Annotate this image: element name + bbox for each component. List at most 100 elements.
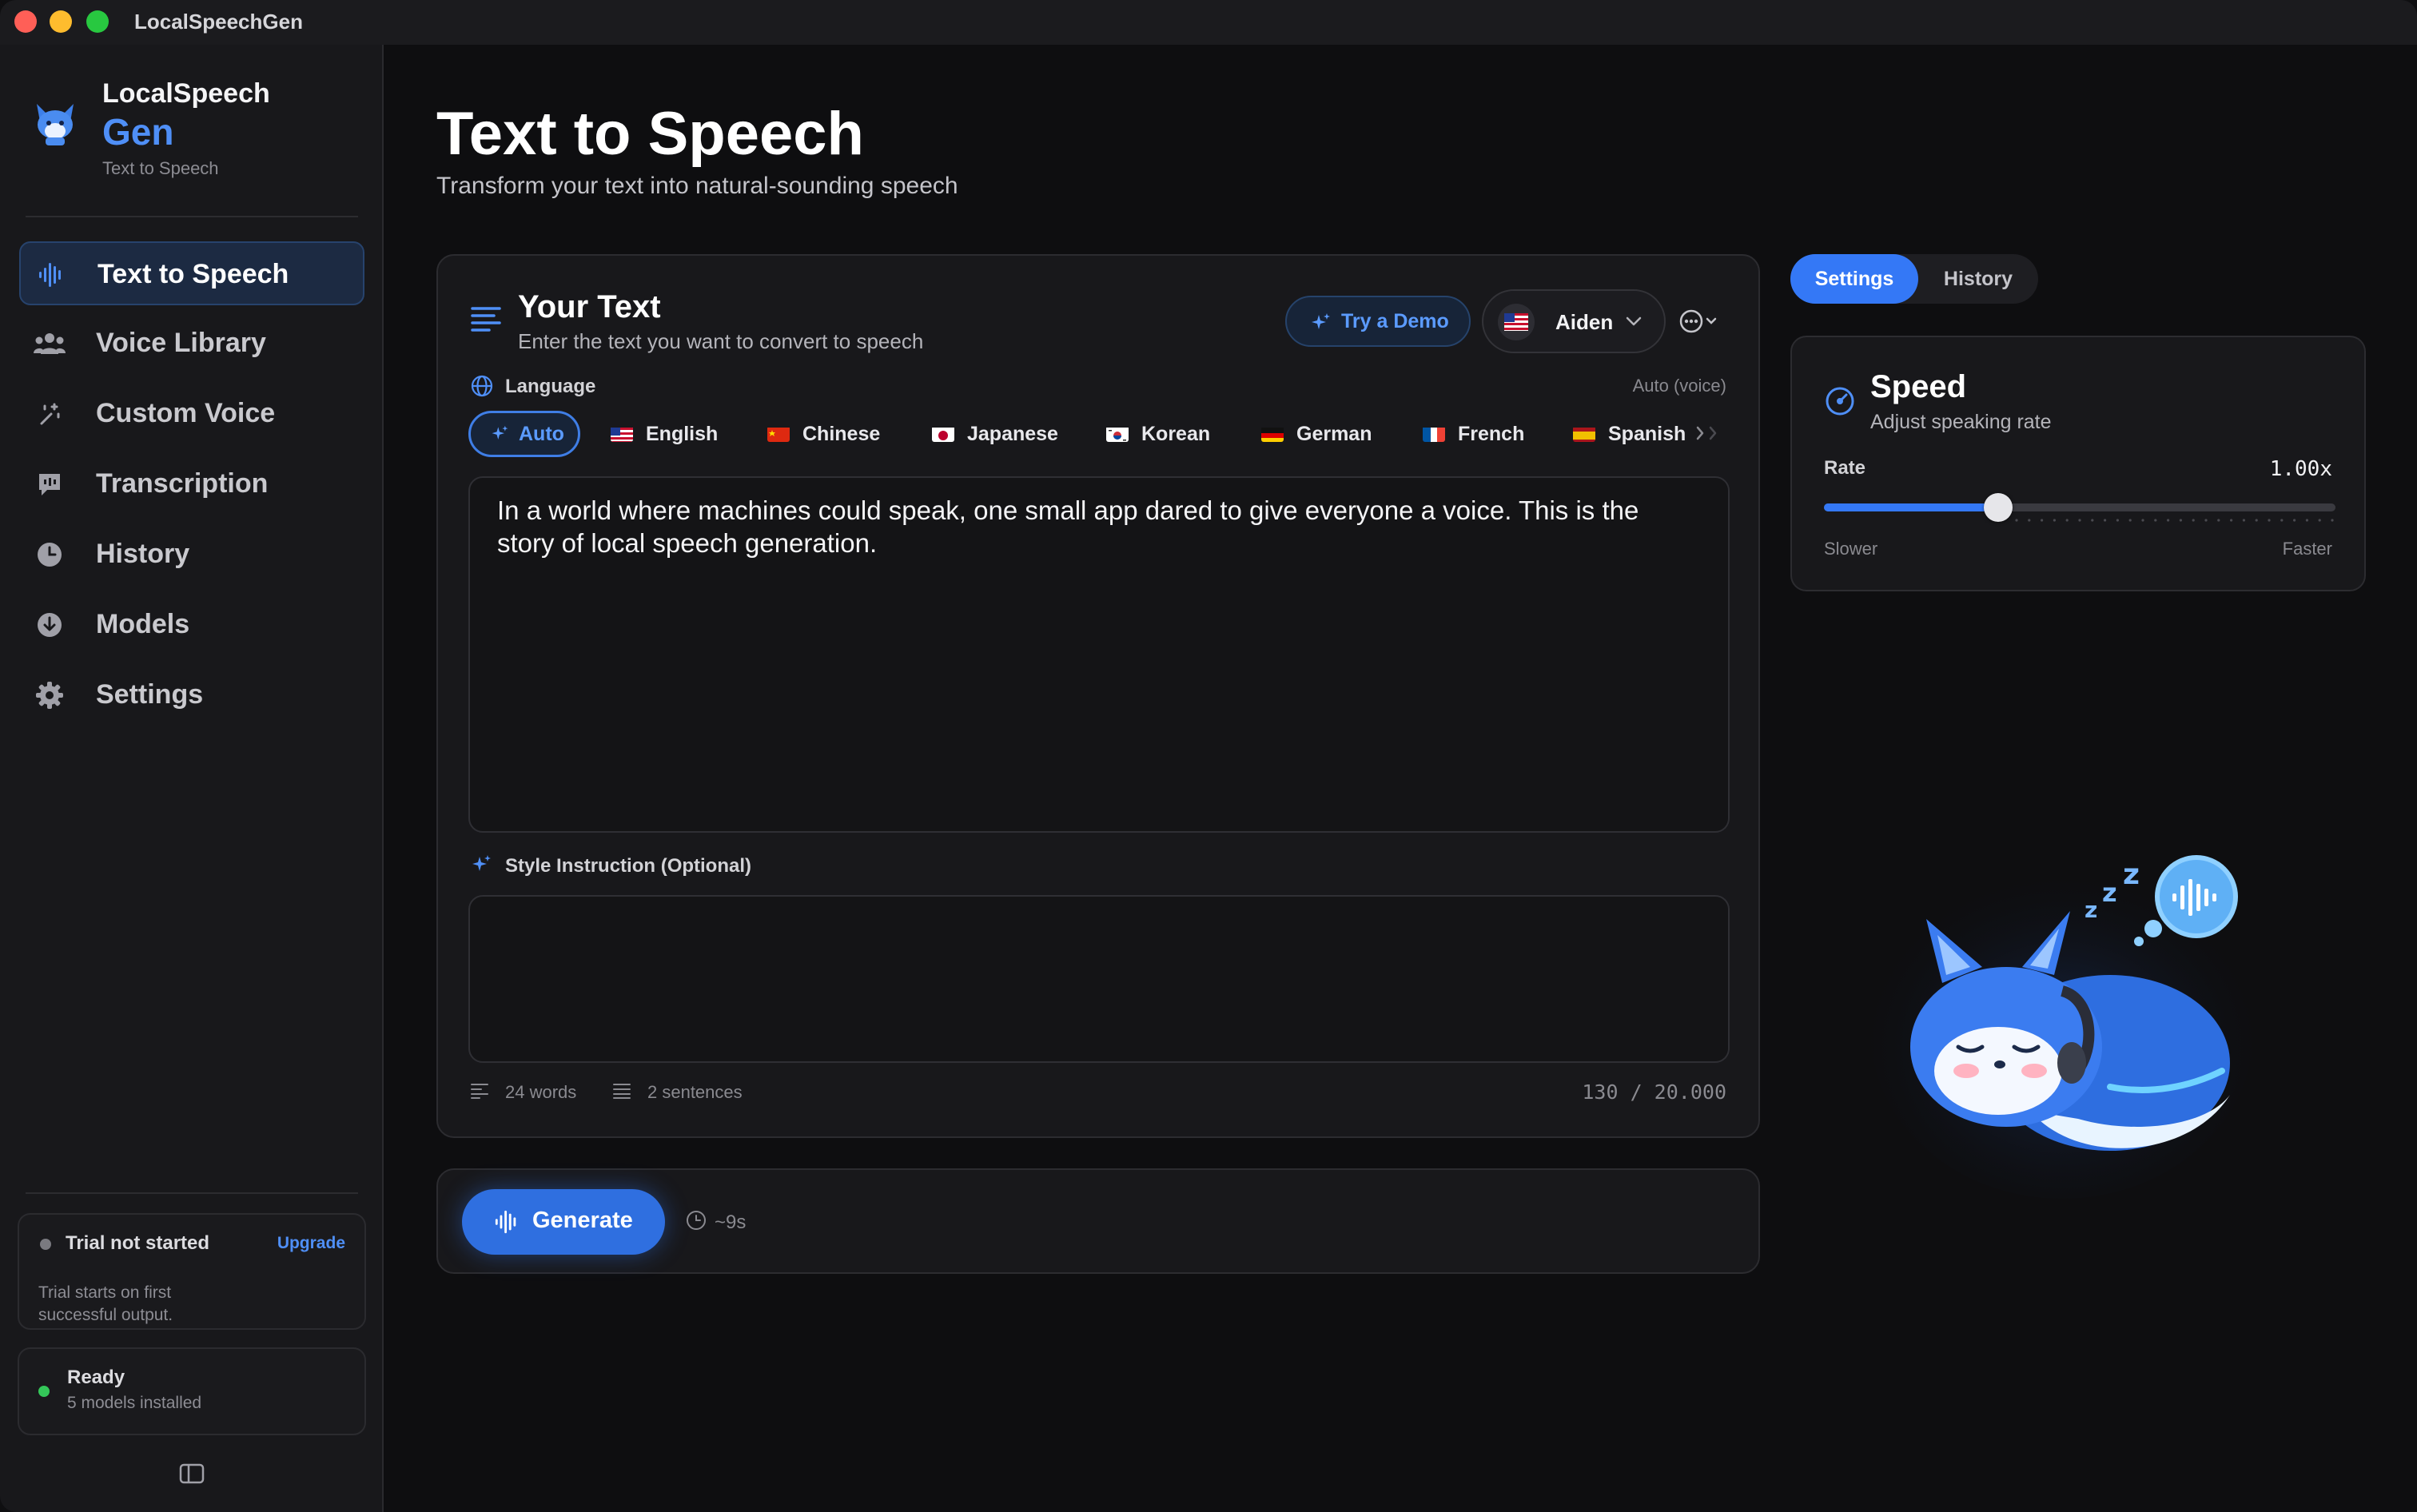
- window-title: LocalSpeechGen: [134, 10, 303, 34]
- sentence-count: 2 sentences: [647, 1082, 743, 1102]
- close-window-button[interactable]: [14, 10, 37, 33]
- slider-tick: [2331, 519, 2334, 522]
- slider-tick: [2242, 519, 2245, 522]
- us-flag-icon: [611, 426, 633, 442]
- us-flag-icon: [1498, 304, 1535, 340]
- trial-description: Trial starts on first successful output.: [38, 1283, 173, 1324]
- title-bar: LocalSpeechGen: [0, 0, 2417, 45]
- slider-tick: [2091, 519, 2094, 522]
- people-icon: [34, 328, 66, 360]
- sidebar-toggle-icon[interactable]: [179, 1463, 205, 1484]
- slider-tick: [2041, 519, 2044, 522]
- speed-slider-fill: [1824, 503, 1998, 511]
- sidebar-item-custom-voice[interactable]: Custom Voice: [19, 382, 364, 446]
- gear-icon: [34, 679, 66, 711]
- sparkle-icon: [1309, 312, 1332, 338]
- voice-name: Aiden: [1555, 310, 1614, 334]
- language-chip-label: Chinese: [802, 422, 881, 445]
- language-chip-label: Spanish: [1608, 422, 1686, 445]
- language-chip-spanish[interactable]: Spanish: [1573, 411, 1686, 457]
- brand-subtitle: Text to Speech: [102, 158, 219, 178]
- trial-title: Trial not started: [66, 1232, 210, 1254]
- sidebar-item-transcription[interactable]: Transcription: [19, 452, 364, 516]
- language-chip-label: German: [1296, 422, 1372, 445]
- language-chip-english[interactable]: English: [611, 411, 718, 457]
- fox-logo-icon: [32, 101, 78, 147]
- jp-flag-icon: [932, 426, 954, 442]
- text-input-content: In a world where machines could speak, o…: [497, 495, 1639, 558]
- sparkle-icon: [490, 424, 509, 444]
- sidebar-item-voice-library[interactable]: Voice Library: [19, 312, 364, 376]
- word-count-icon: [470, 1082, 489, 1104]
- slider-tick: [2192, 519, 2195, 522]
- status-title: Ready: [67, 1367, 125, 1388]
- cn-flag-icon: [767, 426, 790, 442]
- style-instruction-input[interactable]: [468, 895, 1730, 1063]
- chevron-right-icon[interactable]: [1693, 424, 1722, 447]
- slider-tick: [2015, 519, 2018, 522]
- sidebar-divider: [26, 216, 358, 217]
- speed-slider[interactable]: [1824, 493, 2335, 522]
- speed-slider-ticks: [2015, 519, 2334, 522]
- sidebar-item-models[interactable]: Models: [19, 593, 364, 657]
- language-label: Language: [505, 376, 596, 397]
- slider-tick: [2204, 519, 2208, 522]
- slider-tick: [2053, 519, 2056, 522]
- rate-label: Rate: [1824, 457, 1866, 479]
- language-chip-chinese[interactable]: Chinese: [767, 411, 880, 457]
- sidebar-divider: [26, 1192, 358, 1194]
- generate-button[interactable]: Generate: [462, 1189, 665, 1255]
- language-chip-auto[interactable]: Auto: [468, 411, 580, 457]
- sidebar-item-settings[interactable]: Settings: [19, 663, 364, 727]
- magic-wand-icon: [34, 398, 66, 430]
- faster-label: Faster: [2282, 539, 2332, 559]
- zoom-window-button[interactable]: [86, 10, 109, 33]
- rate-value: 1.00x: [2269, 457, 2332, 481]
- sidebar-item-label: Voice Library: [96, 328, 266, 358]
- slider-tick: [2065, 519, 2069, 522]
- language-chip-label: English: [646, 422, 719, 445]
- page-subtitle: Transform your text into natural-soundin…: [436, 173, 958, 199]
- kr-flag-icon: [1106, 426, 1129, 442]
- speed-title: Speed: [1870, 369, 1967, 404]
- language-mode: Auto (voice): [1632, 376, 1726, 396]
- clock-icon: [34, 539, 66, 571]
- sidebar-item-label: History: [96, 539, 190, 569]
- sidebar-item-history[interactable]: History: [19, 523, 364, 587]
- upgrade-link[interactable]: Upgrade: [277, 1234, 345, 1253]
- slider-tick: [2230, 519, 2233, 522]
- slider-tick: [2154, 519, 2157, 522]
- model-status-card: Ready 5 models installed: [18, 1347, 366, 1435]
- globe-icon: [470, 374, 494, 402]
- sidebar: LocalSpeech Gen Text to Speech Text to S…: [0, 45, 384, 1512]
- svg-text:z: z: [2123, 858, 2140, 891]
- voice-selector[interactable]: Aiden: [1482, 289, 1666, 353]
- speedometer-icon: [1824, 385, 1856, 421]
- try-demo-label: Try a Demo: [1341, 310, 1449, 332]
- tab-history[interactable]: History: [1918, 254, 2038, 304]
- waveform-icon: [35, 259, 67, 291]
- slider-tick: [2217, 519, 2220, 522]
- de-flag-icon: [1261, 426, 1284, 442]
- slider-tick: [2268, 519, 2271, 522]
- language-chip-label: Japanese: [967, 422, 1058, 445]
- language-chip-french[interactable]: French: [1423, 411, 1524, 457]
- language-chip-german[interactable]: German: [1261, 411, 1372, 457]
- language-chip-korean[interactable]: Korean: [1106, 411, 1210, 457]
- text-input[interactable]: In a world where machines could speak, o…: [468, 476, 1730, 833]
- app-window: LocalSpeechGen LocalSpeech Gen Text to S…: [0, 0, 2417, 1512]
- language-chip-japanese[interactable]: Japanese: [932, 411, 1058, 457]
- speech-bubble-icon: [34, 468, 66, 500]
- sidebar-item-label: Transcription: [96, 468, 269, 499]
- language-chip-label: Auto: [519, 422, 564, 445]
- text-input-panel: Your Text Enter the text you want to con…: [436, 254, 1760, 1138]
- sidebar-item-text-to-speech[interactable]: Text to Speech: [19, 241, 364, 305]
- text-lines-icon: [470, 305, 502, 334]
- generate-bar: Generate ~9s: [436, 1168, 1760, 1274]
- more-options-button[interactable]: [1677, 307, 1725, 336]
- tab-settings[interactable]: Settings: [1790, 254, 1918, 304]
- download-icon: [34, 609, 66, 641]
- clock-icon: [686, 1210, 707, 1235]
- try-demo-button[interactable]: Try a Demo: [1285, 296, 1471, 347]
- minimize-window-button[interactable]: [50, 10, 72, 33]
